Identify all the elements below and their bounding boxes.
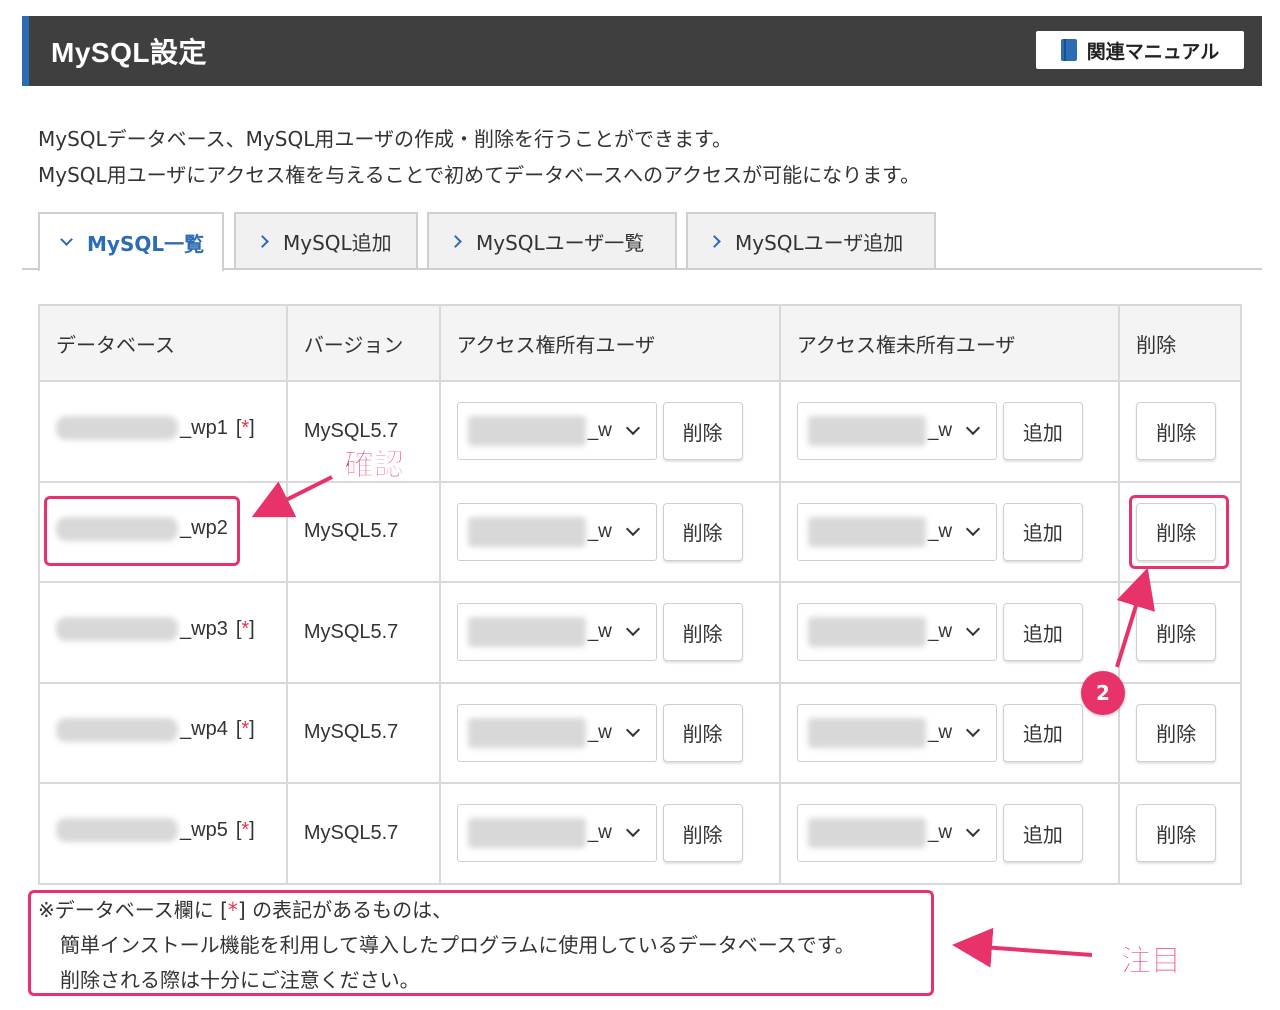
arrow-to-wp2 <box>251 475 333 518</box>
arrow-to-delete <box>1115 567 1156 668</box>
annotation-arrows <box>251 475 1156 968</box>
arrow-to-note <box>952 927 1093 968</box>
